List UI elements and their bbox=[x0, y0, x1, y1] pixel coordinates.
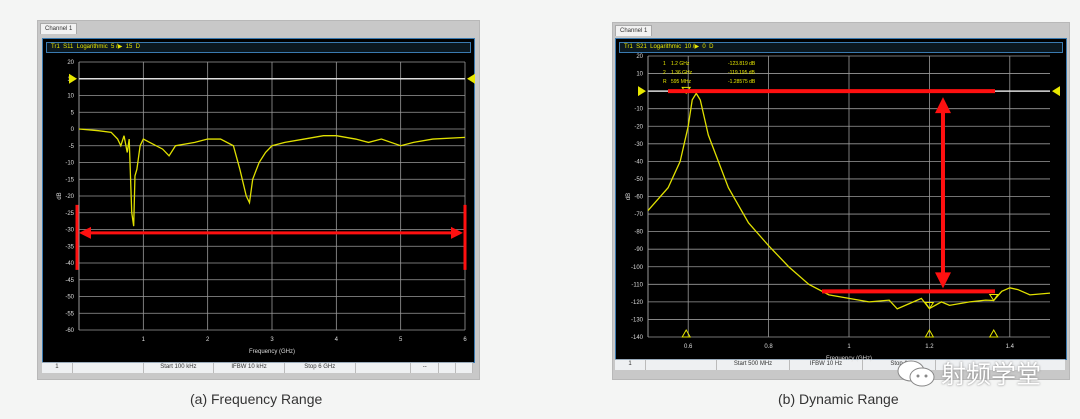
y-tick-label: -110 bbox=[631, 282, 643, 288]
y-tick-label: 10 bbox=[636, 72, 643, 78]
watermark: 射频学堂 bbox=[895, 355, 1041, 391]
y-tick-label: -40 bbox=[65, 261, 74, 267]
y-tick-label: -70 bbox=[634, 212, 643, 218]
x-tick-label: 0.8 bbox=[764, 344, 773, 350]
y-tick-label: 10 bbox=[67, 94, 74, 100]
y-tick-label: -40 bbox=[634, 159, 643, 165]
arrow-down-icon bbox=[935, 272, 951, 289]
y-tick-label: 0 bbox=[71, 127, 75, 133]
marker-freq: 1.2 GHz bbox=[671, 61, 690, 67]
marker-value: -123.819 dB bbox=[728, 61, 756, 67]
marker-freq: 595 MHz bbox=[671, 79, 692, 85]
x-tick-label: 5 bbox=[399, 337, 403, 343]
y-tick-label: -60 bbox=[634, 195, 643, 201]
x-axis-label: Frequency (GHz) bbox=[249, 349, 295, 355]
arrow-up-icon bbox=[935, 97, 951, 114]
y-axis-label: dB bbox=[57, 192, 63, 199]
y-tick-label: -25 bbox=[65, 211, 74, 217]
y-tick-label: -50 bbox=[634, 177, 643, 183]
marker-triangle-icon bbox=[988, 328, 999, 338]
y-tick-label: -35 bbox=[65, 244, 74, 250]
marker-id: 1 bbox=[663, 61, 666, 67]
x-tick-label: 6 bbox=[463, 337, 467, 343]
y-tick-label: -5 bbox=[69, 144, 75, 150]
x-tick-label: 0.6 bbox=[684, 344, 693, 350]
y-tick-label: -120 bbox=[631, 300, 644, 306]
y-tick-label: -90 bbox=[634, 247, 643, 253]
y-tick-label: -10 bbox=[65, 161, 74, 167]
x-tick-label: 1 bbox=[847, 344, 851, 350]
y-tick-label: 5 bbox=[71, 110, 75, 116]
x-tick-label: 1.2 bbox=[925, 344, 934, 350]
y-tick-label: -10 bbox=[634, 107, 643, 113]
y-tick-label: -15 bbox=[65, 177, 74, 183]
y-tick-label: -45 bbox=[65, 278, 74, 284]
x-tick-label: 4 bbox=[335, 337, 339, 343]
marker-triangle-icon bbox=[681, 328, 692, 338]
marker-value: -1.28575 dB bbox=[728, 79, 756, 85]
y-tick-label: -80 bbox=[634, 230, 643, 236]
marker-freq: 1.36 GHz bbox=[671, 70, 693, 76]
y-axis-label: dB bbox=[626, 193, 632, 200]
y-tick-label: -100 bbox=[631, 265, 644, 271]
arrow-left-icon bbox=[79, 226, 91, 239]
y-tick-label: -130 bbox=[631, 317, 644, 323]
x-tick-label: 1 bbox=[142, 337, 146, 343]
x-tick-label: 2 bbox=[206, 337, 210, 343]
y-tick-label: -55 bbox=[65, 311, 74, 317]
x-tick-label: 3 bbox=[270, 337, 274, 343]
marker-value: -119.195 dB bbox=[728, 70, 756, 76]
y-tick-label: -20 bbox=[634, 124, 643, 130]
wechat-logo-icon bbox=[897, 360, 935, 387]
y-tick-label: -140 bbox=[631, 335, 644, 341]
reference-right-arrow-icon bbox=[467, 73, 475, 84]
y-tick-label: -30 bbox=[65, 228, 74, 234]
arrow-right-icon bbox=[451, 226, 463, 239]
y-tick-label: 20 bbox=[636, 54, 643, 60]
y-tick-label: -30 bbox=[634, 142, 643, 148]
marker-id: 2 bbox=[663, 70, 666, 76]
y-tick-label: -50 bbox=[65, 295, 74, 301]
x-tick-label: 1.4 bbox=[1006, 344, 1015, 350]
y-tick-label: -20 bbox=[65, 194, 74, 200]
y-tick-label: -60 bbox=[65, 328, 74, 334]
marker-id: R bbox=[663, 79, 667, 85]
reference-right-arrow-icon bbox=[1052, 86, 1060, 97]
y-tick-label: 20 bbox=[67, 60, 74, 66]
x-axis-label: Frequency (GHz) bbox=[826, 356, 872, 362]
